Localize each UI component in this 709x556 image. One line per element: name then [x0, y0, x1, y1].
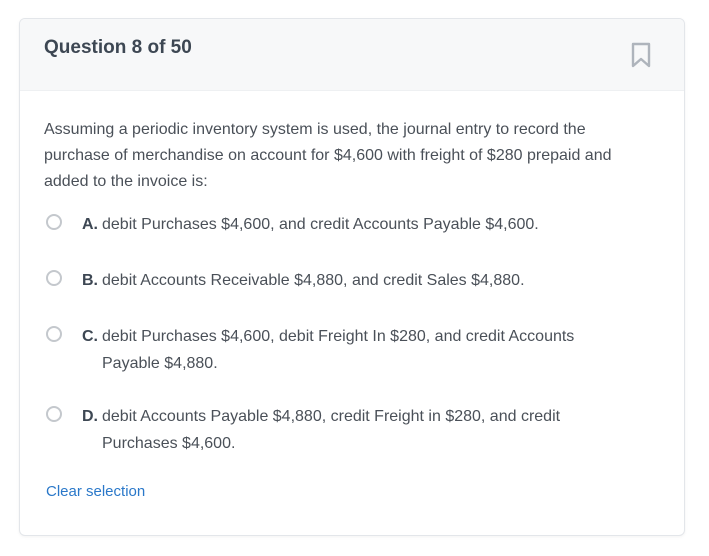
radio-button[interactable]	[46, 214, 62, 230]
clear-selection-link[interactable]: Clear selection	[46, 483, 145, 500]
option-letter: B.	[82, 272, 98, 289]
question-header: Question 8 of 50	[20, 19, 684, 91]
option-text: debit Accounts Payable $4,880, credit Fr…	[102, 408, 561, 452]
option-c[interactable]: C. debit Purchases $4,600, debit Freight…	[44, 323, 660, 377]
question-card: Question 8 of 50 Assuming a periodic inv…	[19, 18, 685, 536]
option-a[interactable]: A. debit Purchases $4,600, and credit Ac…	[44, 211, 660, 238]
radio-button[interactable]	[46, 270, 62, 286]
question-body: Assuming a periodic inventory system is …	[20, 91, 684, 501]
option-letter: C.	[82, 328, 98, 345]
option-text: debit Accounts Receivable $4,880, and cr…	[102, 272, 525, 289]
answer-options: A. debit Purchases $4,600, and credit Ac…	[44, 211, 660, 457]
option-b[interactable]: B. debit Accounts Receivable $4,880, and…	[44, 267, 660, 294]
option-d[interactable]: D. debit Accounts Payable $4,880, credit…	[44, 403, 660, 457]
radio-button[interactable]	[46, 406, 62, 422]
radio-button[interactable]	[46, 326, 62, 342]
question-text: Assuming a periodic inventory system is …	[44, 121, 612, 190]
bookmark-icon[interactable]	[630, 42, 652, 68]
option-letter: D.	[82, 408, 98, 425]
option-letter: A.	[82, 216, 98, 233]
question-counter: Question 8 of 50	[44, 37, 192, 58]
option-text: debit Purchases $4,600, and credit Accou…	[102, 216, 539, 233]
option-text: debit Purchases $4,600, debit Freight In…	[102, 328, 575, 372]
